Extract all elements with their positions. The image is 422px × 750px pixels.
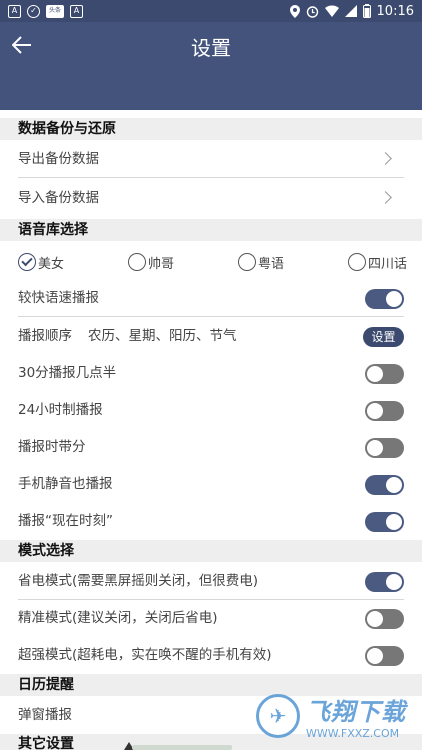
silent-broadcast-toggle[interactable] [365, 475, 404, 495]
with-minutes-row: 播报时带分 [0, 429, 422, 466]
h24-toggle[interactable] [365, 401, 404, 421]
broadcast-order-value: 农历、星期、阳历、节气 [88, 328, 237, 344]
a-badge-icon: A [8, 4, 21, 18]
half-hour-toggle[interactable] [365, 364, 404, 384]
battery-icon [362, 4, 371, 18]
super-mode-toggle[interactable] [365, 646, 404, 666]
silent-broadcast-row: 手机静音也播报 [0, 466, 422, 503]
location-icon [289, 4, 300, 18]
precise-mode-label: 精准模式(建议关闭，关闭后省电) [18, 610, 218, 626]
super-mode-label: 超强模式(超耗电，实在唤不醒的手机有效) [18, 647, 272, 663]
watermark-main-text: 飞翔下载 [306, 698, 406, 726]
fast-speed-row: 较快语速播报 [0, 280, 422, 317]
with-minutes-label: 播报时带分 [18, 439, 86, 455]
radio-label: 帅哥 [148, 256, 175, 272]
broadcast-order-row: 播报顺序 农历、星期、阳历、节气 设置 [0, 318, 422, 355]
power-save-label: 省电模式(需要黑屏摇则关闭，但很费电) [18, 573, 259, 589]
divider [18, 316, 404, 317]
precise-mode-toggle[interactable] [365, 609, 404, 629]
status-bar: A ✓ 头条 A 10:16 [0, 0, 422, 22]
fast-speed-label: 较快语速播报 [18, 290, 99, 306]
radio-voice-sichuan[interactable]: 四川话 [348, 252, 407, 272]
toutiao-icon: 头条 [46, 4, 64, 18]
voice-radio-group: 美女 帅哥 粤语 四川话 [0, 243, 422, 280]
radio-label: 四川话 [368, 256, 408, 272]
watermark: ✈ 飞翔下载 WWW.FXXZ.COM [256, 688, 414, 744]
broadcast-order-label: 播报顺序 [18, 328, 72, 344]
wifi-icon [324, 5, 339, 17]
h24-row: 24小时制播报 [0, 392, 422, 429]
radio-label: 粤语 [258, 256, 285, 272]
fast-speed-toggle[interactable] [365, 289, 404, 309]
half-hour-label: 30分播报几点半 [18, 365, 117, 381]
radio-voice-beauty[interactable]: 美女 [18, 252, 64, 272]
power-save-toggle[interactable] [365, 572, 404, 592]
chevron-right-icon [379, 191, 392, 204]
radio-label: 美女 [38, 256, 65, 272]
export-backup-label: 导出备份数据 [18, 151, 99, 167]
with-minutes-toggle[interactable] [365, 438, 404, 458]
section-header-backup: 数据备份与还原 [0, 118, 422, 140]
clock: 10:16 [376, 3, 414, 19]
export-backup-row[interactable]: 导出备份数据 [0, 141, 422, 178]
alarm-icon [306, 5, 318, 18]
signal-icon [344, 5, 357, 17]
radio-unchecked-icon [128, 253, 146, 271]
now-time-label: 播报“现在时刻” [18, 513, 113, 529]
radio-voice-handsome[interactable]: 帅哥 [128, 252, 174, 272]
watermark-sub-text: WWW.FXXZ.COM [306, 727, 400, 740]
power-save-row: 省电模式(需要黑屏摇则关闭，但很费电) [0, 563, 422, 600]
toast-bar [132, 745, 232, 750]
page-title: 设置 [191, 36, 231, 60]
app-bar: 设置 [0, 22, 422, 110]
shield-icon: ✓ [27, 4, 40, 18]
import-backup-label: 导入备份数据 [18, 190, 99, 206]
import-backup-row[interactable]: 导入备份数据 [0, 180, 422, 217]
precise-mode-row: 精准模式(建议关闭，关闭后省电) [0, 600, 422, 637]
half-hour-row: 30分播报几点半 [0, 355, 422, 392]
silent-broadcast-label: 手机静音也播报 [18, 476, 113, 492]
radio-unchecked-icon [348, 253, 366, 271]
radio-unchecked-icon [238, 253, 256, 271]
divider [18, 177, 404, 178]
now-time-row: 播报“现在时刻” [0, 503, 422, 540]
popup-broadcast-label: 弹窗播报 [18, 707, 72, 723]
super-mode-row: 超强模式(超耗电，实在唤不醒的手机有效) [0, 637, 422, 674]
chevron-right-icon [379, 152, 392, 165]
section-header-voice-lib: 语音库选择 [0, 219, 422, 241]
font-a-icon: A [70, 4, 83, 18]
section-header-mode: 模式选择 [0, 540, 422, 562]
now-time-toggle[interactable] [365, 512, 404, 532]
h24-label: 24小时制播报 [18, 402, 103, 418]
radio-checked-icon [18, 253, 36, 271]
watermark-logo-icon: ✈ [256, 694, 300, 738]
radio-voice-cantonese[interactable]: 粤语 [238, 252, 284, 272]
order-settings-button[interactable]: 设置 [363, 327, 404, 347]
